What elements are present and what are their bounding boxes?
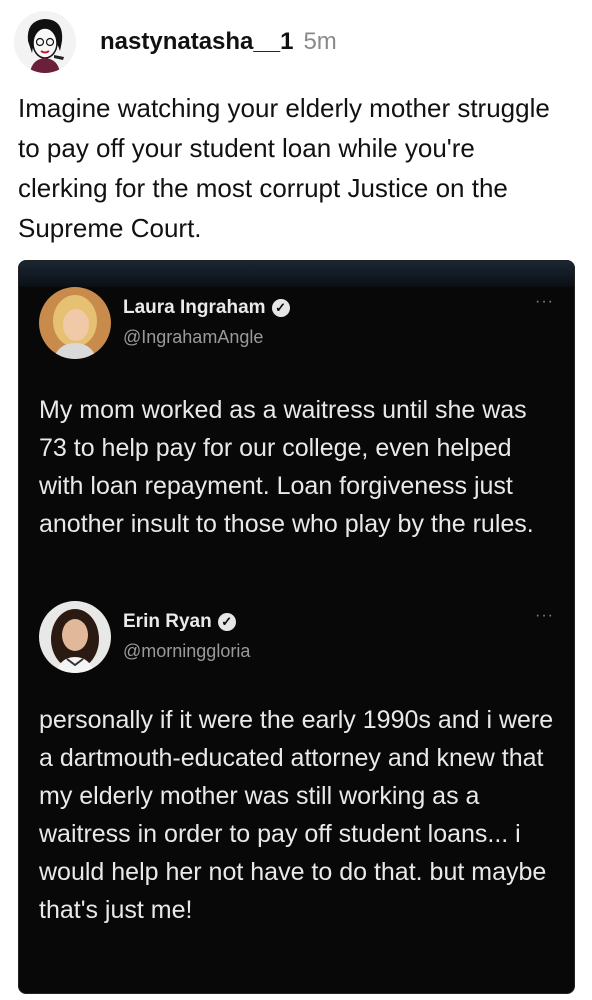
tweet-text: personally if it were the early 1990s an… bbox=[39, 706, 554, 924]
embedded-tweet-screenshot: Laura Ingraham ✓ @IngrahamAngle ··· My m… bbox=[18, 260, 575, 994]
more-options-icon: ··· bbox=[535, 293, 554, 310]
verified-badge-icon: ✓ bbox=[271, 299, 290, 317]
post-header: nastynatasha__1 5m bbox=[14, 6, 574, 78]
post-text: Imagine watching your elderly mother str… bbox=[18, 93, 550, 243]
more-options-icon: ··· bbox=[535, 607, 554, 624]
user-avatar[interactable] bbox=[14, 11, 76, 73]
verified-badge-icon: ✓ bbox=[217, 613, 236, 631]
tweet-author-name: Laura Ingraham bbox=[123, 297, 266, 318]
tweet-text: My mom worked as a waitress until she wa… bbox=[39, 396, 534, 538]
username[interactable]: nastynatasha__1 bbox=[100, 28, 293, 56]
tweet-name-row: Erin Ryan ✓ bbox=[123, 611, 236, 633]
tweet-avatar bbox=[39, 601, 111, 673]
post-timestamp: 5m bbox=[303, 28, 337, 55]
tweet-avatar bbox=[39, 287, 111, 359]
tweet-name-row: Laura Ingraham ✓ bbox=[123, 297, 290, 319]
tweet-author-name: Erin Ryan bbox=[123, 611, 212, 632]
tweet-author-handle: @morninggloria bbox=[123, 641, 251, 661]
tweet-author-handle: @IngrahamAngle bbox=[123, 327, 264, 347]
